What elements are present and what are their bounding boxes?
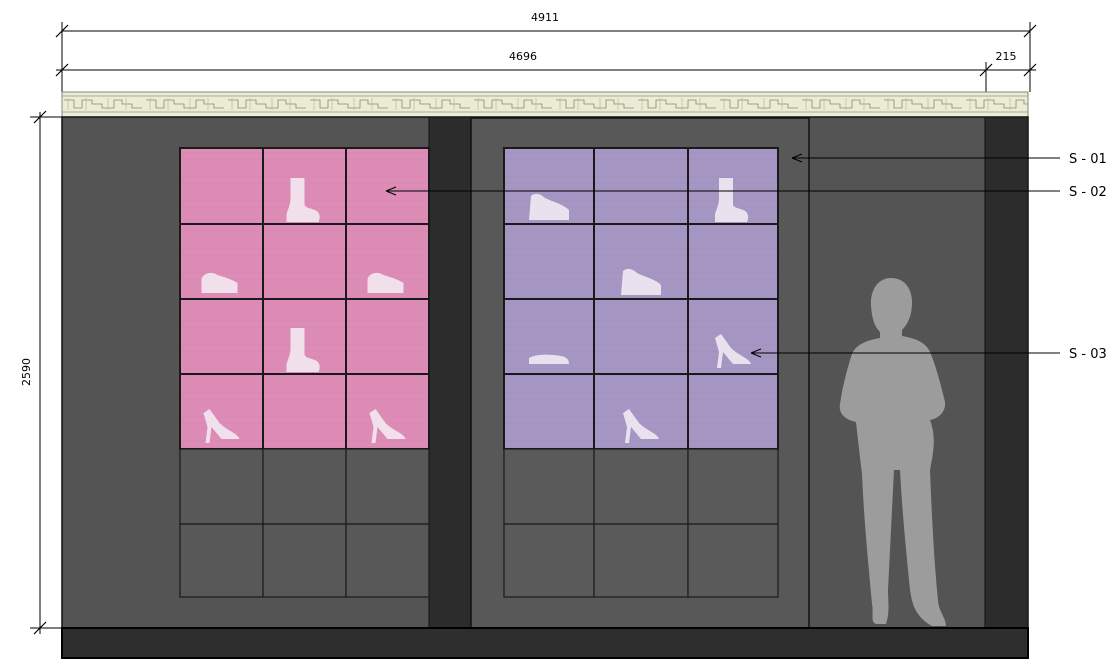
center-pilaster (428, 116, 472, 629)
right-pilaster (984, 116, 1029, 629)
drawer-panel (345, 523, 430, 598)
display-cell (503, 223, 595, 300)
drawer-panel (345, 448, 430, 525)
height-label: 2590 (20, 358, 33, 386)
display-cell (262, 223, 347, 300)
display-cell (179, 298, 264, 375)
display-cell (593, 298, 689, 375)
plinth (61, 627, 1029, 659)
drawer-panel (262, 523, 347, 598)
dimension-overall-width: 4911 (55, 11, 1037, 92)
drawer-panel (179, 448, 264, 525)
display-cell (687, 373, 779, 450)
drawer-panel (262, 448, 347, 525)
callout-s03-label: S - 03 (1069, 347, 1107, 362)
dimension-height: 2590 (20, 110, 62, 635)
display-cell (345, 298, 430, 375)
callout-s01-label: S - 01 (1069, 152, 1107, 167)
left-shoe-display (179, 147, 430, 598)
display-cell (179, 147, 264, 225)
display-cell (262, 373, 347, 450)
drawer-panel (687, 523, 779, 598)
dimension-main-width: 4696 215 (55, 50, 1037, 92)
drawer-panel (593, 448, 689, 525)
callout-s02-label: S - 02 (1069, 185, 1107, 200)
cornice-molding (61, 91, 1029, 118)
side-width-label: 215 (996, 50, 1017, 63)
drawer-panel (687, 448, 779, 525)
display-cell (503, 373, 595, 450)
drawer-panel (503, 523, 595, 598)
drawer-panel (503, 448, 595, 525)
display-cell (345, 147, 430, 225)
right-shoe-display (503, 147, 779, 598)
main-width-label: 4696 (509, 50, 537, 63)
display-cell (687, 223, 779, 300)
drawer-panel (593, 523, 689, 598)
display-cell (593, 147, 689, 225)
overall-width-label: 4911 (531, 11, 559, 24)
drawer-panel (179, 523, 264, 598)
elevation-drawing: 4911 4696 215 2590 S - 01 S - 02 S - 03 (20, 11, 1107, 659)
